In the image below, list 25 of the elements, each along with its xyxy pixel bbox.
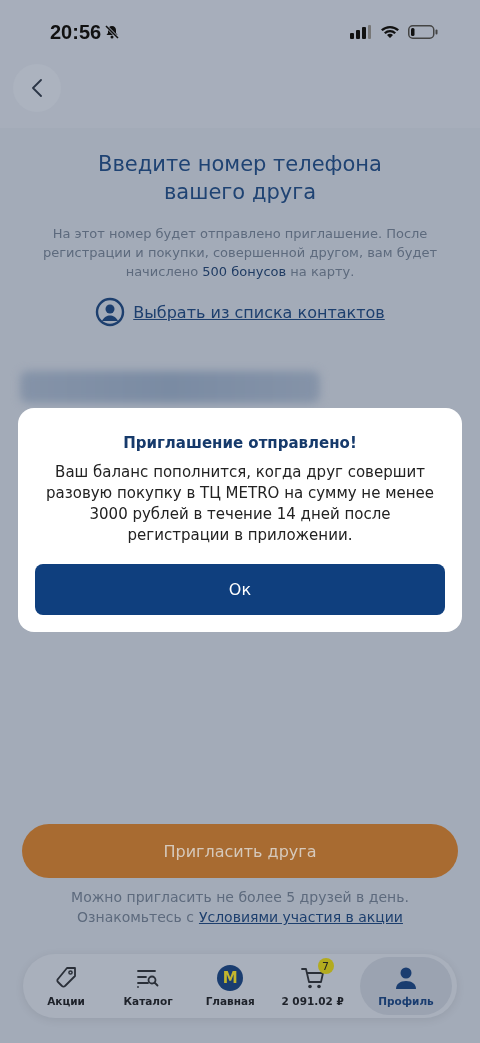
nav-tab[interactable]: M Главная: [195, 957, 266, 1015]
dialog-title: Приглашение отправлено!: [123, 434, 357, 452]
battery-icon: [408, 25, 438, 39]
back-button[interactable]: [13, 64, 61, 112]
dialog-message: Ваш баланс пополнится, когда друг совершит разовую покупку в ТЦ METRO на сумму не менее 3000 рублей в течение 14 дней после регистрации в приложении.: [45, 462, 435, 546]
contacts-link[interactable]: Выбрать из списка контактов: [133, 302, 385, 322]
description-text: На этот номер будет отправлено приглашение. После регистрации и покупки, совершенной другом, вам будет начислено 500 бонусов на карту.: [41, 225, 439, 281]
cart-count-badge: 7: [317, 958, 334, 974]
chevron-left-icon: [31, 79, 43, 97]
nav-tab[interactable]: 7 2 091.02 ₽: [277, 957, 348, 1015]
metro-logo: M: [217, 965, 244, 991]
signal-icon: [350, 25, 372, 39]
nav-tab[interactable]: Профиль: [359, 957, 452, 1015]
limit-note: Можно пригласить не более 5 друзей в день.: [71, 888, 409, 906]
page-title: Введите номер телефона вашего друга: [97, 151, 383, 206]
terms-link[interactable]: Условиями участия в акции: [198, 908, 403, 926]
terms-text: Ознакомьтесь с: [77, 908, 194, 926]
ok-button[interactable]: Ок: [35, 564, 445, 615]
nav-tab[interactable]: Каталог: [113, 957, 184, 1015]
nav-tab[interactable]: Акции: [31, 957, 101, 1015]
person-circle-icon: [95, 297, 126, 327]
clock-time: 20:56: [50, 20, 102, 44]
blurred-phone-field[interactable]: [20, 371, 320, 403]
wifi-icon: [380, 25, 400, 39]
tag-icon: [53, 965, 79, 991]
